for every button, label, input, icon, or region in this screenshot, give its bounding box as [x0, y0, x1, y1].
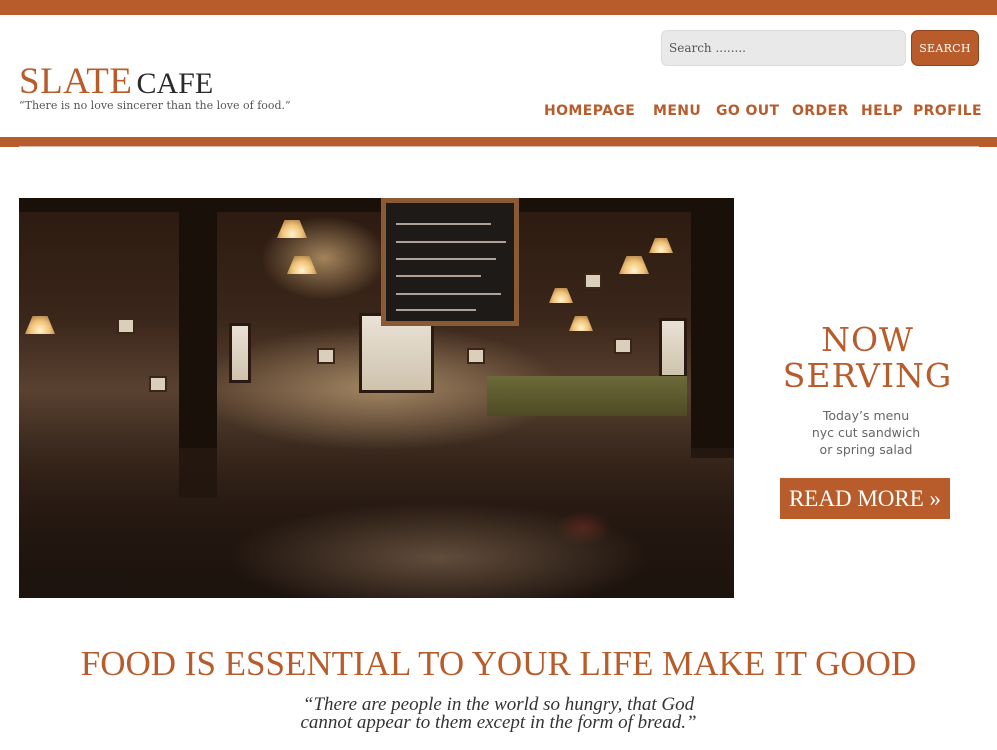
- hero-restaurant-image: [19, 198, 734, 598]
- search-button[interactable]: SEARCH: [911, 30, 979, 66]
- nav-item-help[interactable]: HELP: [861, 103, 903, 119]
- site-logo[interactable]: SLATE CAFE: [19, 60, 213, 103]
- promo-text-line: Today’s menu: [822, 408, 910, 423]
- promo-text-line: nyc cut sandwich: [811, 425, 921, 440]
- nav-item-order[interactable]: ORDER: [792, 103, 849, 119]
- nav-item-homepage[interactable]: HOMEPAGE: [544, 103, 635, 119]
- nav-item-profile[interactable]: PROFILE: [913, 103, 982, 119]
- nav-item-go-out[interactable]: GO OUT: [716, 103, 780, 119]
- search-input[interactable]: [661, 30, 906, 66]
- promo-description: Today’s menu nyc cut sandwich or spring …: [760, 407, 972, 458]
- main-nav: HOMEPAGE MENU GO OUT ORDER HELP PROFILE: [0, 103, 997, 121]
- quote-line: cannot appear to them except in the form…: [300, 712, 697, 733]
- top-accent-bar: [0, 0, 997, 15]
- promo-title-line: SERVING: [782, 356, 953, 395]
- promo-text-line: or spring salad: [819, 442, 913, 457]
- section-quote: “There are people in the world so hungry…: [0, 695, 997, 733]
- section-heading: FOOD IS ESSENTIAL TO YOUR LIFE MAKE IT G…: [80, 644, 917, 683]
- header-divider-line: [19, 146, 979, 147]
- nav-item-menu[interactable]: MENU: [653, 103, 701, 119]
- logo-sub-text: CAFE: [136, 67, 214, 100]
- logo-main-text: SLATE: [19, 61, 133, 102]
- promo-title-line: NOW: [821, 320, 914, 359]
- chalkboard-menu: [381, 198, 519, 326]
- promo-title: NOW SERVING: [760, 322, 975, 394]
- read-more-button[interactable]: READ MORE »: [780, 478, 950, 519]
